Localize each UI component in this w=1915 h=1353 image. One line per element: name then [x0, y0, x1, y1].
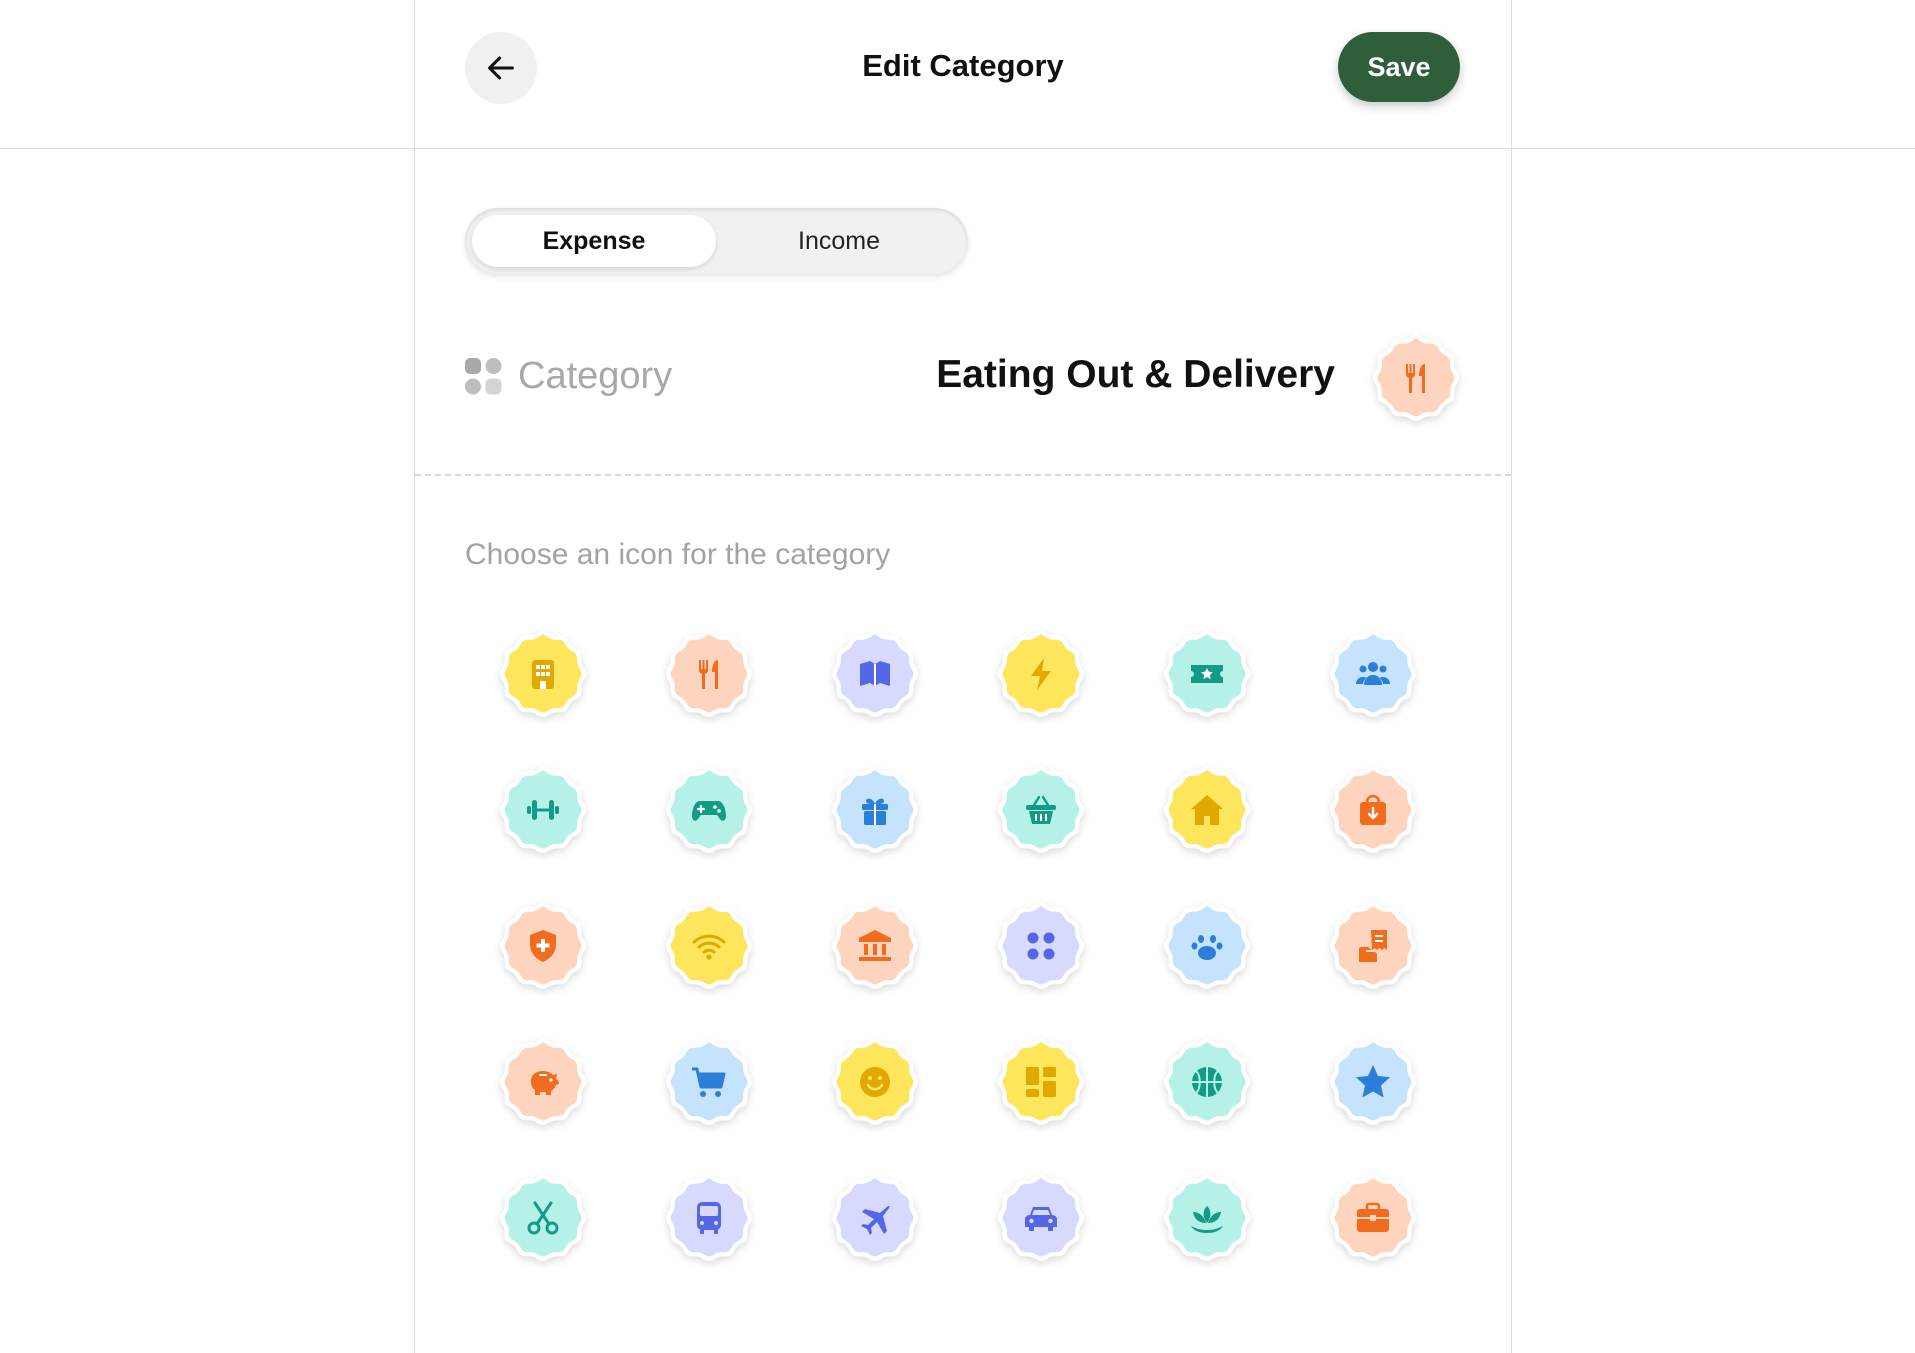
- utensils-icon: [698, 660, 718, 689]
- briefcase-icon: [1357, 1202, 1389, 1232]
- icon-option[interactable]: [663, 1172, 755, 1264]
- bank-icon: [859, 930, 891, 961]
- icon-option[interactable]: [829, 900, 921, 992]
- scissors-icon: [527, 1201, 559, 1235]
- wifi-icon: [692, 934, 726, 960]
- icon-option[interactable]: [663, 628, 755, 720]
- icon-option[interactable]: [497, 764, 589, 856]
- book-icon: [860, 661, 890, 686]
- icon-option[interactable]: [829, 764, 921, 856]
- dashed-divider: [415, 474, 1511, 476]
- gamepad-icon: [692, 801, 726, 821]
- building-icon: [532, 660, 554, 689]
- icon-option[interactable]: [829, 1172, 921, 1264]
- cart-icon: [692, 1067, 726, 1097]
- selected-category-icon: [1370, 332, 1462, 424]
- icon-option[interactable]: [1161, 764, 1253, 856]
- icon-option[interactable]: [995, 900, 1087, 992]
- icon-option[interactable]: [497, 900, 589, 992]
- icon-option[interactable]: [1161, 900, 1253, 992]
- shopping-bag-icon: [1360, 794, 1386, 825]
- panel-border-right: [1511, 0, 1512, 1353]
- gift-icon: [862, 798, 888, 825]
- edit-category-panel: Edit Category Save Expense Income Catego…: [415, 0, 1511, 1353]
- lightning-icon: [1031, 658, 1051, 690]
- icon-option[interactable]: [1327, 764, 1419, 856]
- icon-option[interactable]: [497, 1036, 589, 1128]
- type-toggle: Expense Income: [465, 208, 968, 274]
- tab-income[interactable]: Income: [717, 215, 961, 267]
- medical-shield-icon: [530, 930, 556, 962]
- people-icon: [1356, 662, 1390, 685]
- icon-option[interactable]: [663, 1036, 755, 1128]
- receipt-hand-icon: [1359, 930, 1387, 962]
- icon-picker-hint: Choose an icon for the category: [465, 538, 891, 571]
- grid-dots-icon: [1027, 932, 1055, 960]
- icon-option[interactable]: [497, 628, 589, 720]
- tab-expense[interactable]: Expense: [472, 215, 716, 267]
- icon-option[interactable]: [995, 1036, 1087, 1128]
- piggy-bank-icon: [531, 1071, 559, 1095]
- basket-icon: [1026, 795, 1056, 824]
- icon-option[interactable]: [1327, 628, 1419, 720]
- category-grid-icon: [465, 358, 502, 395]
- icon-option[interactable]: [995, 628, 1087, 720]
- category-name-row[interactable]: Category Eating Out & Delivery: [465, 320, 1461, 432]
- top-bar: Edit Category Save: [415, 0, 1511, 148]
- lotus-icon: [1191, 1206, 1223, 1233]
- ticket-icon: [1191, 665, 1223, 683]
- airplane-icon: [861, 1205, 890, 1235]
- bus-icon: [697, 1202, 721, 1234]
- icon-option[interactable]: [663, 900, 755, 992]
- icon-option[interactable]: [1161, 1172, 1253, 1264]
- house-icon: [1191, 795, 1223, 825]
- dashboard-icon: [1026, 1067, 1056, 1097]
- icon-option[interactable]: [1327, 1172, 1419, 1264]
- icon-option[interactable]: [829, 628, 921, 720]
- icon-option[interactable]: [995, 764, 1087, 856]
- basketball-icon: [1192, 1067, 1222, 1097]
- star-icon: [1356, 1065, 1390, 1098]
- paw-icon: [1191, 935, 1223, 960]
- icon-option[interactable]: [1161, 628, 1253, 720]
- category-name-value[interactable]: Eating Out & Delivery: [936, 353, 1335, 397]
- icon-option[interactable]: [1327, 1036, 1419, 1128]
- icon-option[interactable]: [1161, 1036, 1253, 1128]
- icon-option[interactable]: [995, 1172, 1087, 1264]
- icon-option[interactable]: [663, 764, 755, 856]
- dumbbell-icon: [527, 800, 559, 820]
- car-icon: [1025, 1207, 1057, 1231]
- icon-option[interactable]: [1327, 900, 1419, 992]
- utensils-icon: [1405, 364, 1425, 393]
- category-label: Category: [518, 355, 673, 397]
- icon-option[interactable]: [497, 1172, 589, 1264]
- icon-option[interactable]: [829, 1036, 921, 1128]
- save-button[interactable]: Save: [1338, 32, 1460, 102]
- smiley-icon: [860, 1067, 890, 1097]
